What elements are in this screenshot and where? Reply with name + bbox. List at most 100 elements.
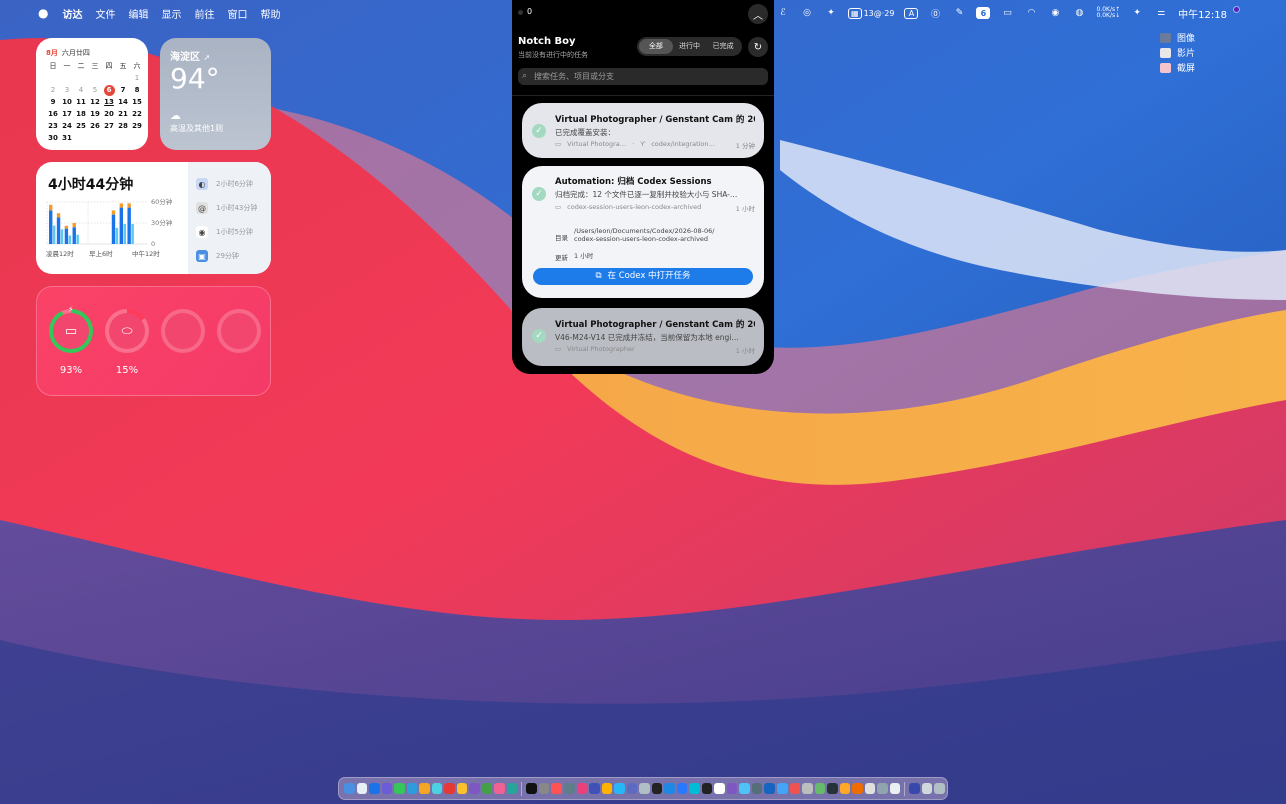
menu-go[interactable]: 前往 [194, 6, 214, 21]
dock-app-icon[interactable] [714, 783, 725, 794]
input-method-icon[interactable]: A [904, 7, 919, 19]
dock-app-icon[interactable] [814, 783, 826, 794]
dock-app-icon[interactable] [651, 783, 663, 794]
script-editor-icon[interactable]: ✎ [952, 6, 966, 20]
fingerprint-icon[interactable]: ◎ [800, 6, 814, 20]
dock-app-icon[interactable] [344, 783, 355, 794]
app-usage-row[interactable]: ◐ 2小时6分钟 [196, 172, 265, 196]
menu-edit[interactable]: 编辑 [128, 6, 148, 21]
desktop-item-movies[interactable]: 影片 [1160, 45, 1195, 60]
dock-app-icon[interactable] [839, 783, 851, 794]
network-speed[interactable]: 0.0K/s↑ 0.0K/s↓ [1096, 6, 1120, 20]
calendar-day[interactable]: 27 [102, 121, 116, 132]
battery-widget[interactable]: ▭ 93% ⬭ 15% ⚡ [36, 286, 271, 396]
dock-app-icon[interactable] [889, 783, 901, 794]
calendar-day[interactable]: 22 [130, 109, 144, 120]
calendar-day[interactable]: 25 [74, 121, 88, 132]
dock-app-icon[interactable] [456, 783, 468, 794]
calendar-day[interactable]: 18 [74, 109, 88, 120]
dock-app-icon[interactable] [827, 783, 838, 794]
menu-clock[interactable]: 中午12:18 [1178, 6, 1227, 21]
screen-time-widget[interactable]: 4小时44分钟 60分钟 30分钟 0 凌晨12时 早上6时 中午12时 ◐ 2小时6分钟 @… [36, 162, 271, 274]
dock-app-icon[interactable] [506, 783, 518, 794]
calendar-day[interactable]: 9 [46, 97, 60, 108]
dock-app-icon[interactable] [494, 783, 505, 794]
assistant-icon[interactable]: ✦ [1130, 6, 1144, 20]
calendar-day[interactable]: 31 [60, 133, 74, 144]
sparkle-icon[interactable]: ✦ [824, 6, 838, 20]
dock-app-icon[interactable] [726, 783, 738, 794]
dock-app-icon[interactable] [526, 783, 537, 794]
dock-app-icon[interactable] [369, 783, 380, 794]
calendar-day[interactable]: 11 [74, 97, 88, 108]
dock-app-icon[interactable] [877, 783, 888, 794]
dock-app-icon[interactable] [676, 783, 688, 794]
menu-help[interactable]: 帮助 [260, 6, 280, 21]
dock-app-icon[interactable] [431, 783, 443, 794]
calendar-day[interactable]: 28 [116, 121, 130, 132]
menu-file[interactable]: 文件 [95, 6, 115, 21]
search-input[interactable]: ⌕ 搜索任务、项目或分支 [518, 68, 768, 85]
calendar-day[interactable]: 10 [60, 97, 74, 108]
dock-app-icon[interactable] [639, 783, 650, 794]
dock-app-icon[interactable] [739, 783, 750, 794]
calendar-day[interactable]: 13 [102, 97, 116, 108]
dock-app-icon[interactable] [538, 783, 550, 794]
calendar-day[interactable]: 17 [60, 109, 74, 120]
dock-app-icon[interactable] [356, 783, 368, 794]
app-usage-row[interactable]: ◉ 1小时5分钟 [196, 220, 265, 244]
dock-app-icon[interactable] [764, 783, 776, 794]
calendar-day[interactable]: 30 [46, 133, 60, 144]
dock-app-icon[interactable] [444, 783, 455, 794]
task-card[interactable]: ✓ Virtual Photographer / Genstant Cam 的 … [522, 308, 764, 366]
calendar-status[interactable]: ▦ 13@·29 [848, 6, 894, 20]
dock-app-icon[interactable] [469, 783, 480, 794]
apple-menu-icon[interactable]: ● [38, 6, 48, 20]
app-usage-row[interactable]: @1小时43分钟 [196, 196, 265, 220]
dock-app-icon[interactable] [406, 783, 418, 794]
cat-icon[interactable]: ◉ [1048, 6, 1062, 20]
dock-app-icon[interactable] [551, 783, 562, 794]
tab-completed[interactable]: 已完成 [706, 39, 740, 54]
dock-app-icon[interactable] [394, 783, 405, 794]
dock-app-icon[interactable] [576, 783, 588, 794]
control-center-icon[interactable]: ⚌ [1154, 6, 1168, 20]
app-usage-row[interactable]: ▣ 29分钟 [196, 244, 265, 268]
dock-app-icon[interactable] [601, 783, 613, 794]
dock-app-icon[interactable] [614, 783, 625, 794]
dock-app-icon[interactable] [921, 783, 933, 794]
dock-app-icon[interactable] [689, 783, 700, 794]
calendar-day[interactable]: 15 [130, 97, 144, 108]
menu-view[interactable]: 显示 [161, 6, 181, 21]
calendar-day[interactable]: 7 [116, 85, 130, 96]
calendar-day[interactable]: 24 [60, 121, 74, 132]
dock-app-icon[interactable] [419, 783, 430, 794]
dock-app-icon[interactable] [589, 783, 600, 794]
menu-app-name[interactable]: 访达 [62, 6, 82, 21]
dock-app-icon[interactable] [789, 783, 801, 794]
calendar-day[interactable]: 14 [116, 97, 130, 108]
task-card[interactable]: ✓ Virtual Photographer / Genstant Cam 的 … [522, 103, 764, 158]
calendar-day[interactable]: 6 [103, 85, 115, 96]
refresh-icon[interactable]: ↻ [748, 37, 768, 57]
tab-all[interactable]: 全部 [639, 39, 673, 54]
calendar-day[interactable]: 20 [102, 109, 116, 120]
calendar-day[interactable]: 5 [88, 85, 102, 96]
siri-icon[interactable] [1232, 5, 1240, 13]
dock-app-icon[interactable] [751, 783, 763, 794]
calendar-day[interactable]: 26 [88, 121, 102, 132]
calendar-day[interactable]: 3 [60, 85, 74, 96]
calendar-day[interactable]: 16 [46, 109, 60, 120]
vpn-icon[interactable]: ◍ [1072, 6, 1086, 20]
calendar-day[interactable]: 2 [46, 85, 60, 96]
dock-app-icon[interactable] [777, 783, 788, 794]
menu-window[interactable]: 窗口 [227, 6, 247, 21]
calendar-day[interactable]: 1 [130, 73, 144, 84]
calendar-day[interactable]: 29 [130, 121, 144, 132]
desktop-item-images[interactable]: 图像 [1160, 30, 1195, 45]
open-in-codex-button[interactable]: ⧉ 在 Codex 中打开任务 [533, 268, 753, 285]
dock-app-icon[interactable] [381, 783, 393, 794]
calendar-day[interactable]: 21 [116, 109, 130, 120]
onepassword-icon[interactable]: ⓪ [928, 6, 942, 20]
calendar-day[interactable]: 23 [46, 121, 60, 132]
